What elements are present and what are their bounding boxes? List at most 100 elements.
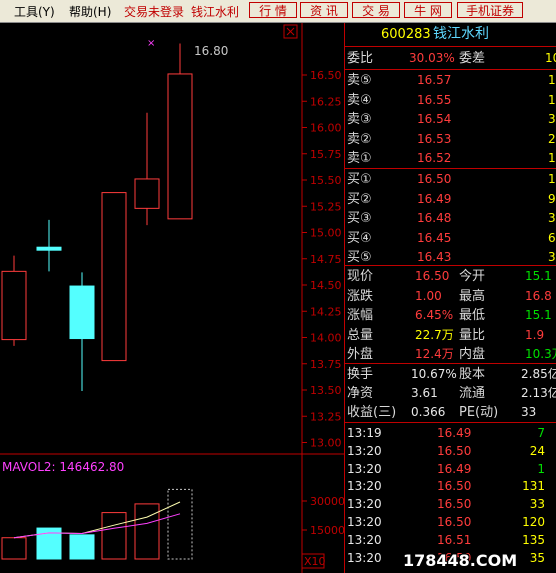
tick-time: 13:20 xyxy=(347,479,382,494)
bid-price: 16.49 xyxy=(417,191,452,206)
bid-row: 买① 16.50 1 xyxy=(345,170,556,189)
diff-value: 10 xyxy=(545,51,556,65)
fin-value: 33 xyxy=(521,405,537,419)
price-label: 14.25 xyxy=(310,305,342,318)
stat-label: 内盘 xyxy=(459,347,486,362)
stat-label: 涨跌 xyxy=(347,288,374,304)
volume-unit: X10 xyxy=(304,555,326,568)
price-label: 15.75 xyxy=(310,148,342,161)
stat-label: 现价 xyxy=(347,269,374,284)
mobile-securities-button[interactable]: 手机证券 xyxy=(457,2,523,18)
watermark-text: 178448.COM xyxy=(403,551,518,570)
trade-button[interactable]: 交 易 xyxy=(352,2,400,18)
price-label: 15.25 xyxy=(310,200,342,213)
ask-price: 16.53 xyxy=(417,131,452,146)
ask-volume: 3 xyxy=(548,112,556,126)
candle-body xyxy=(134,178,160,209)
price-label: 16.50 xyxy=(310,69,342,82)
tick-time: 13:20 xyxy=(347,497,382,512)
bid-volume: 9 xyxy=(548,191,556,206)
price-label: 14.00 xyxy=(310,332,342,345)
bid-volume: 1 xyxy=(548,172,556,186)
tick-volume: 33 xyxy=(529,497,545,512)
divider xyxy=(345,69,556,70)
tick-row: 13:20 16.50 24 xyxy=(345,442,556,461)
fin-value: 0.366 xyxy=(411,405,446,419)
stat-label: 最低 xyxy=(459,308,486,323)
ask-volume: 2 xyxy=(548,131,556,146)
tick-row: 13:19 16.49 7 xyxy=(345,424,556,443)
fin-value: 2.85亿 xyxy=(521,367,556,381)
candlestick-chart[interactable]: 16.50 16.25 16.00 15.75 15.50 15.25 15.00 14.75… xyxy=(0,23,344,573)
fin-value: 10.67% xyxy=(411,367,457,381)
ask-row: 卖③ 16.54 3 xyxy=(345,110,556,129)
menu-help[interactable]: 帮助(H) xyxy=(69,3,111,20)
ask-price: 16.57 xyxy=(417,73,452,87)
menu-bar: 工具(Y) 帮助(H) 交易未登录 钱江水利 行 情 资 讯 交 易 牛 网 手… xyxy=(0,0,556,23)
divider xyxy=(345,363,556,364)
order-ratio-row: 委比 30.03% 委差 10 xyxy=(345,49,556,68)
stats-row: 外盘 12.4万内盘 10.3万 xyxy=(345,345,556,364)
tick-time: 13:20 xyxy=(347,550,382,565)
stat-value: 22.7万 xyxy=(415,327,454,342)
bid-label: 买① xyxy=(347,172,372,187)
tick-time: 13:20 xyxy=(347,443,382,458)
bid-label: 买④ xyxy=(347,230,372,246)
candle-body xyxy=(167,73,193,220)
fin-label: 股本 xyxy=(459,367,486,382)
divider xyxy=(345,46,556,47)
price-label: 16.25 xyxy=(310,95,342,108)
tick-time: 13:20 xyxy=(347,461,382,476)
divider xyxy=(345,422,556,423)
price-label: 13.00 xyxy=(310,437,342,450)
quotes-button[interactable]: 行 情 xyxy=(249,2,297,18)
ask-label: 卖① xyxy=(347,151,372,166)
bid-row: 买③ 16.48 3 xyxy=(345,209,556,228)
fundamentals-row: 收益(三) 0.366 PE(动) 33 xyxy=(345,403,556,422)
stats-row: 现价 16.50 今开 15.1 xyxy=(345,267,556,286)
price-label: 13.50 xyxy=(310,384,342,397)
news-button[interactable]: 资 讯 xyxy=(300,2,348,18)
volume-label: 15000 xyxy=(310,524,344,537)
fin-value: 2.13亿 xyxy=(521,386,556,400)
price-label: 14.75 xyxy=(310,253,342,266)
divider xyxy=(345,265,556,266)
stat-value: 16.50 xyxy=(415,269,450,283)
stat-label: 最高 xyxy=(459,288,486,304)
bid-row: 买④ 16.45 6 xyxy=(345,229,556,248)
stats-row: 涨幅 6.45% 最低 15.1 xyxy=(345,306,556,325)
login-status[interactable]: 交易未登录 xyxy=(124,3,184,20)
stat-value: 1.9 xyxy=(525,327,545,342)
tick-price: 16.49 xyxy=(437,461,472,476)
stat-label: 涨幅 xyxy=(347,308,374,323)
bid-row: 买② 16.49 9 xyxy=(345,190,556,209)
candle-body xyxy=(1,270,27,341)
stat-label: 外盘 xyxy=(347,347,374,362)
tick-time: 13:20 xyxy=(347,515,382,529)
ask-label: 卖⑤ xyxy=(347,73,372,88)
ratio-label: 委比 xyxy=(347,51,374,66)
tick-row: 13:20 16.49 1 xyxy=(345,460,556,479)
niu-net-button[interactable]: 牛 网 xyxy=(404,2,452,18)
volume-title: MAVOL2: 146462.80 xyxy=(2,460,124,474)
ratio-value: 30.03% xyxy=(409,51,455,65)
ask-price: 16.52 xyxy=(417,151,452,165)
ask-label: 卖③ xyxy=(347,112,372,127)
price-label: 14.50 xyxy=(310,279,342,292)
fin-label: 收益(三) xyxy=(347,405,397,420)
stat-value: 15.1 xyxy=(525,269,552,283)
ask-price: 16.54 xyxy=(417,112,452,126)
bid-volume: 3 xyxy=(548,211,556,225)
fin-label: 净资 xyxy=(347,386,374,401)
stat-label: 今开 xyxy=(459,269,486,284)
price-label: 13.25 xyxy=(310,410,342,423)
ask-row: 卖② 16.53 2 xyxy=(345,130,556,149)
tick-price: 16.49 xyxy=(437,426,472,440)
divider xyxy=(345,168,556,169)
stats-row: 涨跌 1.00 最高 16.8 xyxy=(345,287,556,306)
tick-volume: 131 xyxy=(522,479,545,494)
price-label: 16.00 xyxy=(310,122,342,135)
ask-row: 卖① 16.52 1 xyxy=(345,149,556,168)
tick-row: 13:20 16.51 135 xyxy=(345,531,556,550)
menu-tools[interactable]: 工具(Y) xyxy=(14,3,55,20)
